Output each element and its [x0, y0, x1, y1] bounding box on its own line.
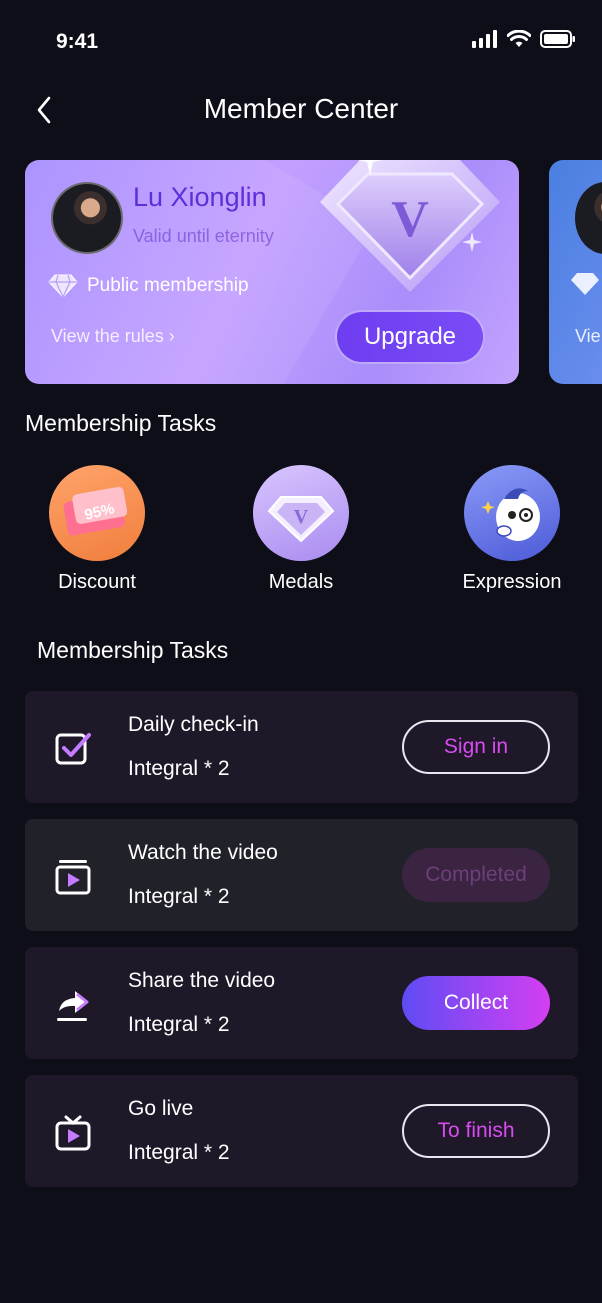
privilege-medals[interactable]: V Medals: [221, 465, 381, 594]
status-icons: [472, 30, 576, 48]
sticker-icon: [464, 465, 560, 561]
tasks-title: Membership Tasks: [37, 637, 229, 663]
avatar: [51, 182, 123, 254]
privileges-row: 95% Discount V Medals Expression: [0, 465, 602, 605]
completed-button[interactable]: Completed: [402, 848, 550, 902]
signal-icon: [472, 30, 497, 48]
vip-diamond-badge-icon: V: [320, 160, 500, 292]
view-rules-link[interactable]: Vie: [575, 326, 601, 347]
share-icon: [57, 991, 89, 1021]
next-membership-card[interactable]: Vie: [549, 160, 602, 384]
task-name: Share the video: [128, 969, 276, 992]
membership-validity: Valid until eternity: [133, 226, 274, 246]
video-play-icon: [55, 860, 91, 895]
privilege-label: Discount: [58, 571, 136, 593]
task-row: Daily check-in Integral * 2 Sign in: [25, 691, 578, 803]
page-title: Member Center: [203, 93, 399, 124]
privilege-discount[interactable]: 95% Discount: [17, 465, 177, 594]
sign-in-button[interactable]: Sign in: [402, 720, 550, 774]
task-row: Go live Integral * 2 To finish: [25, 1075, 578, 1187]
privilege-label: Expression: [462, 571, 562, 593]
privileges-title: Membership Tasks: [25, 410, 217, 436]
task-name: Go live: [128, 1097, 194, 1120]
wifi-icon: [507, 30, 531, 47]
privilege-label: Medals: [268, 571, 334, 593]
task-points: Integral * 2: [128, 757, 230, 780]
task-row: Share the video Integral * 2 Collect: [25, 947, 578, 1059]
status-bar: 9:41: [0, 0, 602, 80]
membership-tier: Public membership: [47, 272, 249, 300]
vip-badge-letter: V: [391, 191, 429, 248]
avatar: [575, 182, 602, 254]
status-time: 9:41: [56, 30, 99, 53]
diamond-icon: [48, 274, 78, 299]
view-rules-link[interactable]: View the rules ›: [51, 326, 175, 347]
collect-button[interactable]: Collect: [402, 976, 550, 1030]
task-row: Watch the video Integral * 2 Completed: [25, 819, 578, 931]
privilege-expression[interactable]: Expression: [432, 465, 592, 594]
checkbox-icon: [55, 733, 91, 765]
upgrade-button[interactable]: Upgrade: [335, 310, 485, 364]
task-points: Integral * 2: [128, 1141, 230, 1164]
medal-badge-letter: V: [294, 506, 309, 528]
discount-icon: 95%: [49, 465, 145, 561]
medal-icon: V: [253, 465, 349, 561]
tv-live-icon: [55, 1115, 91, 1151]
task-name: Daily check-in: [128, 713, 259, 736]
task-points: Integral * 2: [128, 1013, 230, 1036]
tier-label: Public membership: [87, 275, 249, 296]
task-points: Integral * 2: [128, 885, 230, 908]
diamond-icon: [571, 273, 599, 295]
nav-bar: Member Center: [0, 80, 602, 140]
task-name: Watch the video: [128, 841, 278, 864]
user-name: Lu Xionglin: [133, 182, 267, 212]
to-finish-button[interactable]: To finish: [402, 1104, 550, 1158]
battery-icon: [540, 30, 575, 48]
membership-card[interactable]: Lu Xionglin Valid until eternity Public …: [25, 160, 519, 384]
